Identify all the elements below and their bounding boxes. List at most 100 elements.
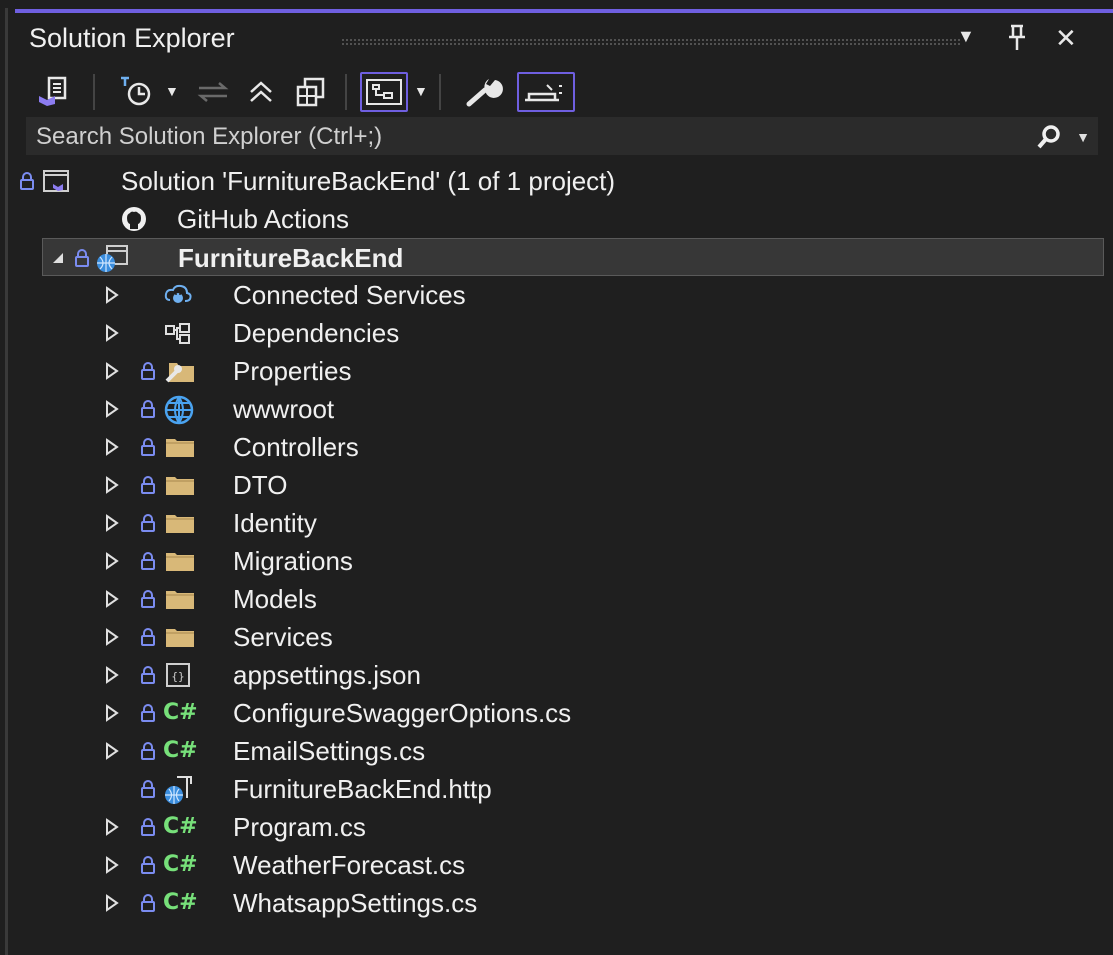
csharp-file-icon: C# [163,700,198,725]
folder-icon [163,508,194,538]
tree-item-models[interactable]: Models [15,580,1109,618]
lock-icon [139,856,157,879]
tree-item-label: Services [233,622,333,652]
lock-icon [139,742,157,765]
collapsed-chevron-icon[interactable] [103,817,121,837]
solution-explorer-toolbar: ▼ ▼ [15,66,1113,118]
dependencies-icon [163,318,193,348]
expanded-chevron-icon[interactable] [48,248,66,268]
collapsed-chevron-icon[interactable] [103,285,121,305]
tree-item-furniturebackend[interactable]: FurnitureBackEnd [42,238,1104,276]
csharp-file-icon: C# [163,890,198,915]
pin-button[interactable] [1006,23,1028,57]
tree-item-identity[interactable]: Identity [15,504,1109,542]
github-icon [119,204,149,234]
panel-left-border [5,8,8,955]
search-icon[interactable] [1034,122,1064,157]
switch-views-icon [39,76,67,106]
tree-item-label: WhatsappSettings.cs [233,888,478,918]
lock-icon [139,400,157,423]
lock-icon [139,476,157,499]
tree-item-github-actions[interactable]: GitHub Actions [15,200,1109,238]
collapsed-chevron-icon[interactable] [103,399,121,419]
collapsed-chevron-icon[interactable] [103,437,121,457]
lock-icon [139,590,157,613]
collapsed-chevron-icon[interactable] [103,475,121,495]
close-button[interactable]: ✕ [1055,25,1077,51]
collapsed-chevron-icon[interactable] [103,665,121,685]
collapsed-chevron-icon[interactable] [103,361,121,381]
tree-item-label: appsettings.json [233,660,421,690]
tree-item-furniturebackend-http[interactable]: FurnitureBackEnd.http [15,770,1109,808]
tree-item-weatherforecast-cs[interactable]: C# WeatherForecast.cs [15,846,1109,884]
tree-item-whatsappsettings-cs[interactable]: C# WhatsappSettings.cs [15,884,1109,922]
tree-item-dto[interactable]: DTO [15,466,1109,504]
tree-item-services[interactable]: Services [15,618,1109,656]
tree-item-label: FurnitureBackEnd [178,243,404,273]
lock-icon [139,362,157,385]
drag-grip[interactable] [341,38,961,46]
solution-explorer-panel: Solution Explorer ▼ ✕ ▼ ▼ Search Solutio… [0,0,1113,955]
preview-dropdown[interactable]: ▼ [414,84,428,98]
http-file-icon [163,774,193,804]
tree-item-appsettings-json[interactable]: {} appsettings.json [15,656,1109,694]
tree-item-migrations[interactable]: Migrations [15,542,1109,580]
connected-services-icon [163,280,193,310]
switch-views-button[interactable] [33,72,73,112]
tree-item-wwwroot[interactable]: wwwroot [15,390,1109,428]
tree-item-label: wwwroot [233,394,335,424]
preview-pane-icon [525,84,562,102]
lock-icon [139,666,157,689]
collapse-all-button[interactable] [241,72,281,112]
pending-changes-dropdown[interactable]: ▼ [165,84,179,98]
tree-item-configureswaggeroptions-cs[interactable]: C# ConfigureSwaggerOptions.cs [15,694,1109,732]
collapsed-chevron-icon[interactable] [103,627,121,647]
lock-icon [139,628,157,651]
tree-item-label: Properties [233,356,352,386]
tree-item-connected-services[interactable]: Connected Services [15,276,1109,314]
panel-title-bar[interactable]: Solution Explorer ▼ ✕ [15,13,1113,65]
lock-icon [139,704,157,727]
pin-icon [1009,24,1025,50]
tree-item-solution-furniturebackend-1-of-1-project[interactable]: Solution 'FurnitureBackEnd' (1 of 1 proj… [15,162,1109,200]
panel-title: Solution Explorer [29,23,235,53]
search-options-dropdown[interactable]: ▼ [1076,129,1090,145]
tree-item-program-cs[interactable]: C# Program.cs [15,808,1109,846]
tree-item-emailsettings-cs[interactable]: C# EmailSettings.cs [15,732,1109,770]
tree-item-label: Program.cs [233,812,366,842]
web-project-icon [95,243,128,273]
folder-icon [163,470,194,500]
toggle-preview-button[interactable] [517,72,575,112]
json-file-icon: {} [163,660,193,690]
collapsed-chevron-icon[interactable] [103,589,121,609]
pending-changes-filter-button[interactable] [115,72,159,112]
folder-icon [163,622,194,652]
tree-item-label: Migrations [233,546,353,576]
collapsed-chevron-icon[interactable] [103,893,121,913]
sync-with-active-document-button[interactable] [193,72,233,112]
tree-item-properties[interactable]: Properties [15,352,1109,390]
search-box[interactable]: Search Solution Explorer (Ctrl+;) ▼ [26,117,1098,155]
show-all-files-icon [296,77,325,107]
collapsed-chevron-icon[interactable] [103,551,121,571]
tree-item-controllers[interactable]: Controllers [15,428,1109,466]
solution-icon [41,166,71,196]
collapsed-chevron-icon[interactable] [103,741,121,761]
toolbar-separator [439,74,441,110]
tree-item-dependencies[interactable]: Dependencies [15,314,1109,352]
collapsed-chevron-icon[interactable] [103,513,121,533]
window-options-dropdown-button[interactable]: ▼ [957,27,975,45]
toolbar-separator [93,74,95,110]
tree-item-label: FurnitureBackEnd.http [233,774,492,804]
collapsed-chevron-icon[interactable] [103,855,121,875]
lock-icon [139,894,157,917]
csharp-file-icon: C# [163,738,198,763]
collapsed-chevron-icon[interactable] [103,323,121,343]
preview-selected-items-button[interactable] [360,72,408,112]
search-input[interactable]: Search Solution Explorer (Ctrl+;) [36,123,382,151]
collapsed-chevron-icon[interactable] [103,703,121,723]
hierarchy-view-icon [366,79,402,105]
show-all-files-button[interactable] [291,72,331,112]
properties-button[interactable] [461,72,509,112]
tree-item-label: WeatherForecast.cs [233,850,466,880]
